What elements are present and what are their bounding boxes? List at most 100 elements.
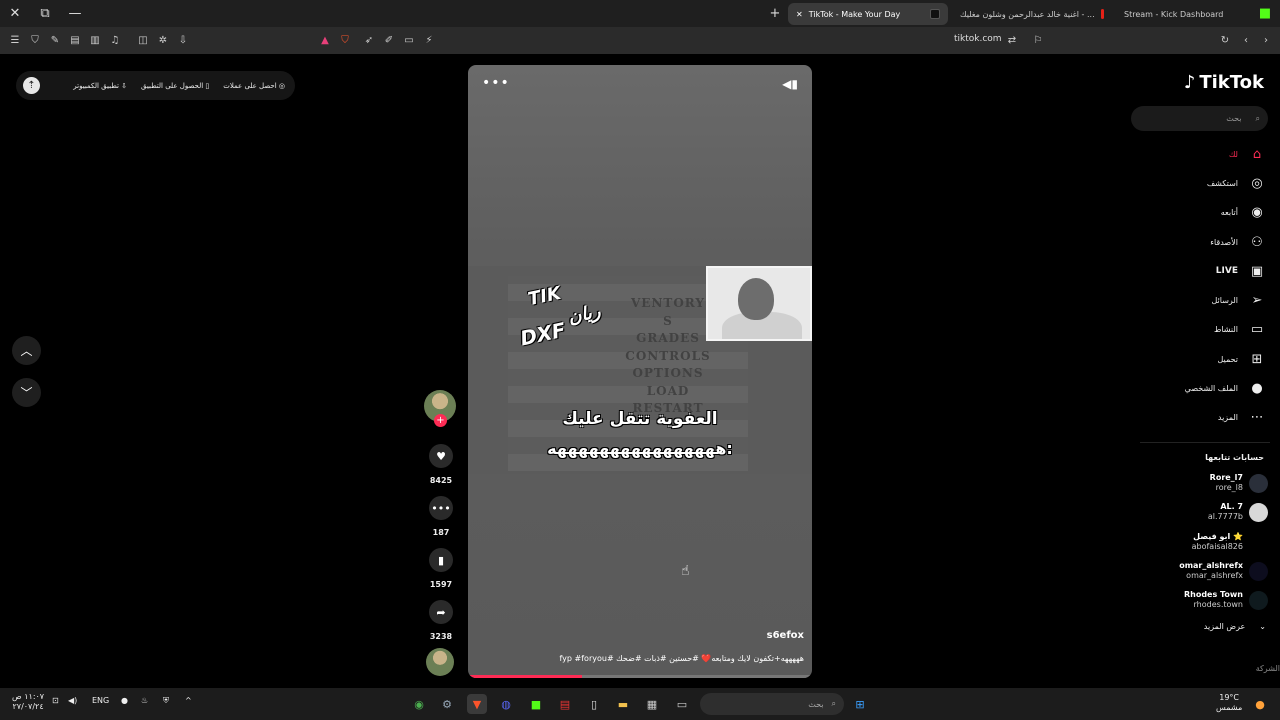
sidebar-item-label: الملف الشخصي: [1184, 383, 1238, 393]
tab-tiktok[interactable]: ✕ TikTok - Make Your Day: [788, 3, 948, 25]
tab-kick[interactable]: Stream - Kick Dashboard: [1116, 3, 1246, 25]
reload-icon[interactable]: ↻: [1215, 30, 1235, 50]
brave-app-icon[interactable]: ▼: [467, 694, 487, 714]
sidebar-item-messages[interactable]: الرسائل ➢: [1212, 290, 1267, 310]
mic-icon[interactable]: ●: [121, 696, 128, 705]
sidebar-icon[interactable]: ▥: [85, 31, 105, 51]
tabs-icon[interactable]: ▤: [65, 31, 85, 51]
edit-icon[interactable]: ✎: [45, 31, 65, 51]
account-handle: omar_alshrefx: [1186, 571, 1243, 580]
weather-widget[interactable]: 19°C مشمس: [1216, 693, 1242, 713]
sidebar-item-more[interactable]: المزيد ⋯: [1218, 407, 1266, 427]
store-app-icon[interactable]: ▦: [642, 694, 662, 714]
following-account[interactable]: Rore_l7 rore_l8: [1138, 470, 1268, 496]
next-video-button[interactable]: ﹀: [12, 378, 41, 407]
settings-app-icon[interactable]: ⚙: [437, 694, 457, 714]
forward-icon[interactable]: ›: [1256, 30, 1276, 50]
close-tab-icon[interactable]: ✕: [796, 10, 803, 19]
steam-icon[interactable]: ♨: [141, 696, 148, 705]
notepad-app-icon[interactable]: ▭: [672, 694, 692, 714]
clock[interactable]: ١١:٠٧ ص ٢٧/٠٧/٢٤: [12, 692, 44, 712]
like-button[interactable]: ♥: [429, 444, 453, 468]
search-input[interactable]: بحث ⌕: [1131, 106, 1268, 131]
comment-button[interactable]: •••: [429, 496, 453, 520]
brave-rewards-icon[interactable]: ▲: [315, 31, 335, 51]
video-player[interactable]: ••• ◀▮ VENTORY S GRADES CONTROLS OPTIONS…: [468, 65, 812, 678]
sidebar-item-live[interactable]: LIVE ▣: [1216, 261, 1266, 281]
extensions-icon[interactable]: ✲: [153, 31, 173, 51]
sidebar-item-explore[interactable]: استكشف ◎: [1207, 173, 1266, 193]
sidebar-item-following[interactable]: أتابعه ◉: [1221, 202, 1266, 222]
sidebar-item-activity[interactable]: النشاط ▭: [1214, 319, 1266, 339]
get-app-link[interactable]: الحصول على التطبيق ▯: [141, 82, 209, 90]
brave-shield-icon[interactable]: ⛉: [335, 31, 355, 51]
following-account[interactable]: omar_alshrefx omar_alshrefx: [1138, 558, 1268, 584]
video-progress-bar[interactable]: [468, 675, 812, 678]
chrome-app-icon[interactable]: ◉: [409, 694, 429, 714]
restore-window-icon[interactable]: ⧉: [30, 0, 60, 27]
company-link[interactable]: الشركة: [1256, 664, 1280, 673]
music-icon[interactable]: ♫: [105, 31, 125, 51]
following-account[interactable]: ابو فيصل ⭐ abofaisal826: [1138, 529, 1268, 555]
address-bar-url[interactable]: tiktok.com: [954, 34, 1002, 44]
screenshot-icon[interactable]: ▭: [399, 31, 419, 51]
account-handle: rhodes.town: [1193, 600, 1243, 609]
sidebar-item-friends[interactable]: الأصدقاء ⚇: [1210, 232, 1266, 252]
menu-line: LOAD: [646, 384, 690, 398]
wand-icon[interactable]: ⚡: [419, 31, 439, 51]
more-options-icon[interactable]: •••: [482, 75, 510, 91]
send-icon[interactable]: ➶: [359, 31, 379, 51]
discord-app-icon[interactable]: ◍: [496, 694, 516, 714]
split-icon[interactable]: ◫: [133, 31, 153, 51]
windows-start-icon[interactable]: ⊞: [850, 694, 870, 714]
save-button[interactable]: ▮: [429, 548, 453, 572]
menu-icon[interactable]: ☰: [5, 31, 25, 51]
video-description: هههههه+تكفون لايك ومتابعه❤️ #حستين #ذبات…: [559, 654, 805, 663]
more-icon: ⋯: [1250, 409, 1264, 425]
tab-youtube[interactable]: اغنية خالد عبدالرحمن وشلون مغليك - ...: [952, 3, 1112, 25]
sidebar-item-upload[interactable]: تحميل ⊞: [1218, 349, 1267, 369]
desktop-app-label: تطبيق الكمبيوتر: [73, 81, 119, 90]
share-button[interactable]: ➦: [429, 600, 453, 624]
video-author[interactable]: s6efox: [767, 630, 804, 641]
clock-date: ٢٧/٠٧/٢٤: [12, 702, 44, 711]
chevron-up-icon[interactable]: ^: [185, 696, 192, 705]
sidebar-item-for-you[interactable]: لك ⌂: [1229, 144, 1266, 164]
minimize-window-icon[interactable]: —: [60, 0, 90, 27]
see-more-button[interactable]: عرض المزيد ⌄: [1204, 622, 1266, 631]
sidebar-item-label: النشاط: [1213, 324, 1238, 334]
bookmark-icon[interactable]: ⚐: [1028, 30, 1048, 50]
mouse-app-icon[interactable]: ▯: [584, 694, 604, 714]
volume-icon[interactable]: ◀): [68, 696, 77, 705]
person-head: [738, 278, 774, 320]
sound-avatar[interactable]: [426, 648, 454, 676]
taskbar-search[interactable]: بحث ⌕: [700, 693, 844, 715]
volume-icon[interactable]: ◀▮: [782, 77, 798, 91]
close-window-icon[interactable]: ✕: [0, 0, 30, 27]
creator-avatar[interactable]: +: [424, 390, 456, 427]
downloads-icon[interactable]: ⇩: [173, 31, 193, 51]
tiktok-logo[interactable]: ♪ TikTok: [1184, 72, 1264, 93]
shield-icon[interactable]: ⛉: [25, 31, 45, 51]
back-icon[interactable]: ‹: [1236, 30, 1256, 50]
brush-icon[interactable]: ✐: [379, 31, 399, 51]
recorder-app-icon[interactable]: ▤: [555, 694, 575, 714]
reader-mode-icon[interactable]: ⇄: [1002, 30, 1022, 50]
desktop-app-link[interactable]: تطبيق الكمبيوتر ⇩: [73, 82, 127, 90]
upload-circle-icon[interactable]: ⇡: [23, 77, 40, 94]
video-caption-line-2: ههههههههههههههههه:: [547, 439, 733, 458]
language-indicator[interactable]: ENG: [92, 696, 109, 705]
comment-icon: •••: [431, 501, 451, 515]
wifi-icon[interactable]: ⊡: [52, 696, 59, 705]
sidebar-item-label: استكشف: [1206, 178, 1238, 188]
get-coins-link[interactable]: احصل على عملات ◎: [223, 82, 285, 90]
following-account[interactable]: Rhodes Town rhodes.town: [1138, 587, 1268, 613]
shield-tray-icon[interactable]: ⛨: [163, 696, 169, 706]
kick-app-icon[interactable]: ■: [526, 694, 546, 714]
following-account[interactable]: AL. 7 al.7777b: [1138, 499, 1268, 525]
new-tab-icon[interactable]: +: [760, 0, 790, 27]
previous-video-button[interactable]: ︿: [12, 336, 41, 365]
follow-plus-icon[interactable]: +: [434, 414, 447, 427]
sidebar-item-profile[interactable]: الملف الشخصي ●: [1185, 378, 1266, 398]
file-explorer-icon[interactable]: ▬: [613, 694, 633, 714]
